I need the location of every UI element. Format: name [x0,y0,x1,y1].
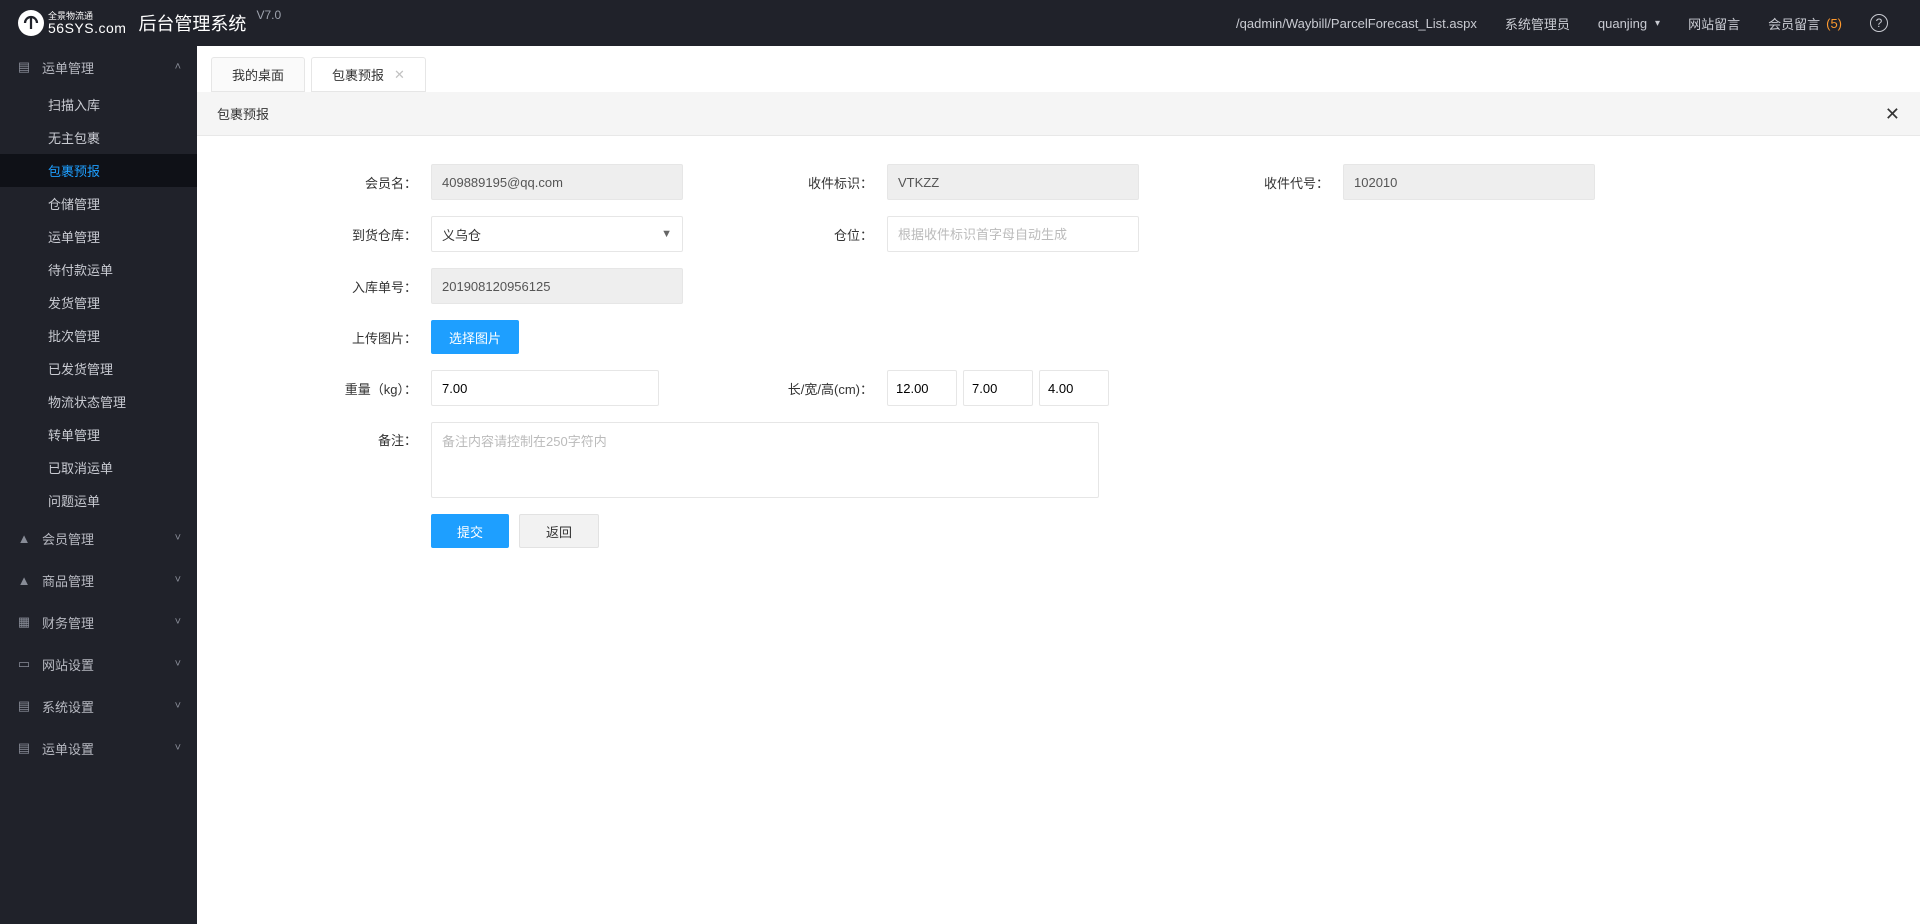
nav-group-label: 商品管理 [42,571,94,590]
panel-header: 包裹预报 ✕ [197,92,1920,136]
nav-item-0-4[interactable]: 运单管理 [0,220,197,253]
nav-item-0-1[interactable]: 无主包裹 [0,121,197,154]
nav-item-0-3[interactable]: 仓储管理 [0,187,197,220]
nav-item-0-10[interactable]: 转单管理 [0,418,197,451]
tab-label: 包裹预报 [332,65,384,84]
panel-title: 包裹预报 [217,104,1885,123]
chevron-down-icon: ˅ [175,616,181,628]
top-header: 全景物流通 56SYS.com 后台管理系统 V7.0 /qadmin/Wayb… [0,0,1920,46]
chevron-up-icon: ˄ [175,61,181,73]
back-button[interactable]: 返回 [519,514,599,548]
site-msg-link[interactable]: 网站留言 [1674,0,1754,46]
nav-group-label: 系统设置 [42,697,94,716]
grid-icon: ▦ [16,614,32,630]
nav-item-0-0[interactable]: 扫描入库 [0,88,197,121]
close-icon[interactable]: ✕ [1885,105,1900,123]
warehouse-select[interactable]: 义乌仓 ▼ [431,216,683,252]
tab-bar: 我的桌面 包裹预报 ✕ [197,46,1920,92]
window-icon: ▭ [16,656,32,672]
nav-group-2[interactable]: ▲ 商品管理 ˅ [0,559,197,601]
nav-group-5[interactable]: ▤ 系统设置 ˅ [0,685,197,727]
list-icon: ▤ [16,698,32,714]
main-content: 我的桌面包裹预报✕ 包裹预报 ✕ 会员名： 收件标识： [197,46,1920,924]
member-input [431,164,683,200]
system-title: 后台管理系统 [138,10,246,36]
logo-icon [18,10,44,36]
user-menu[interactable]: quanjing ▾ [1584,0,1674,46]
help-button[interactable]: ? [1856,0,1902,46]
width-input[interactable] [963,370,1033,406]
recv-code-input [1343,164,1595,200]
dim-label: 长/宽/高(cm)： [747,379,887,398]
user-icon: ▲ [16,573,32,588]
nav-group-label: 网站设置 [42,655,94,674]
nav-item-0-5[interactable]: 待付款运单 [0,253,197,286]
user-icon: ▲ [16,531,32,546]
remark-label: 备注： [277,422,431,449]
recv-tag-label: 收件标识： [771,173,887,192]
upload-button[interactable]: 选择图片 [431,320,519,354]
tab-1[interactable]: 包裹预报 ✕ [311,57,426,92]
nav-group-label: 运单管理 [42,58,94,77]
weight-input[interactable] [431,370,659,406]
nav-item-0-11[interactable]: 已取消运单 [0,451,197,484]
sidebar: ▤运单管理˄扫描入库无主包裹包裹预报仓储管理运单管理待付款运单发货管理批次管理已… [0,46,197,924]
in-no-label: 入库单号： [277,277,431,296]
help-icon: ? [1870,14,1888,32]
nav-group-4[interactable]: ▭ 网站设置 ˅ [0,643,197,685]
nav-group-label: 会员管理 [42,529,94,548]
upload-label: 上传图片： [277,328,431,347]
recv-tag-input [887,164,1139,200]
nav-item-0-9[interactable]: 物流状态管理 [0,385,197,418]
tab-0[interactable]: 我的桌面 [211,57,305,92]
nav-item-0-6[interactable]: 发货管理 [0,286,197,319]
nav-item-0-8[interactable]: 已发货管理 [0,352,197,385]
role-link[interactable]: 系统管理员 [1491,0,1584,46]
tab-label: 我的桌面 [232,65,284,84]
version-label: V7.0 [256,8,281,22]
nav-group-label: 财务管理 [42,613,94,632]
logo[interactable]: 全景物流通 56SYS.com [18,10,126,36]
nav-group-label: 运单设置 [42,739,94,758]
file-icon: ▤ [16,59,32,75]
list-icon: ▤ [16,740,32,756]
height-input[interactable] [1039,370,1109,406]
close-icon[interactable]: ✕ [394,67,405,83]
slot-label: 仓位： [771,225,887,244]
chevron-down-icon: ˅ [175,742,181,754]
nav-group-0[interactable]: ▤ 运单管理 ˄ [0,46,197,88]
form-area: 会员名： 收件标识： 收件代号： [197,136,1920,592]
nav-item-0-12[interactable]: 问题运单 [0,484,197,517]
remark-textarea[interactable] [431,422,1099,498]
chevron-down-icon: ˅ [175,658,181,670]
recv-code-label: 收件代号： [1227,173,1343,192]
nav-group-3[interactable]: ▦ 财务管理 ˅ [0,601,197,643]
slot-input[interactable] [887,216,1139,252]
nav-item-0-7[interactable]: 批次管理 [0,319,197,352]
chevron-down-icon: ˅ [175,574,181,586]
chevron-down-icon: ˅ [175,532,181,544]
in-no-input [431,268,683,304]
logo-text: 56SYS.com [48,21,126,35]
submit-button[interactable]: 提交 [431,514,509,548]
path-link[interactable]: /qadmin/Waybill/ParcelForecast_List.aspx [1222,0,1491,46]
nav-item-0-2[interactable]: 包裹预报 [0,154,197,187]
length-input[interactable] [887,370,957,406]
dropdown-icon: ▼ [661,228,672,240]
member-label: 会员名： [277,173,431,192]
chevron-down-icon: ▾ [1655,18,1660,29]
nav-group-6[interactable]: ▤ 运单设置 ˅ [0,727,197,769]
chevron-down-icon: ˅ [175,700,181,712]
warehouse-label: 到货仓库： [277,225,431,244]
weight-label: 重量（kg）： [277,379,431,398]
nav-group-1[interactable]: ▲ 会员管理 ˅ [0,517,197,559]
member-msg-link[interactable]: 会员留言 (5) [1754,0,1856,46]
